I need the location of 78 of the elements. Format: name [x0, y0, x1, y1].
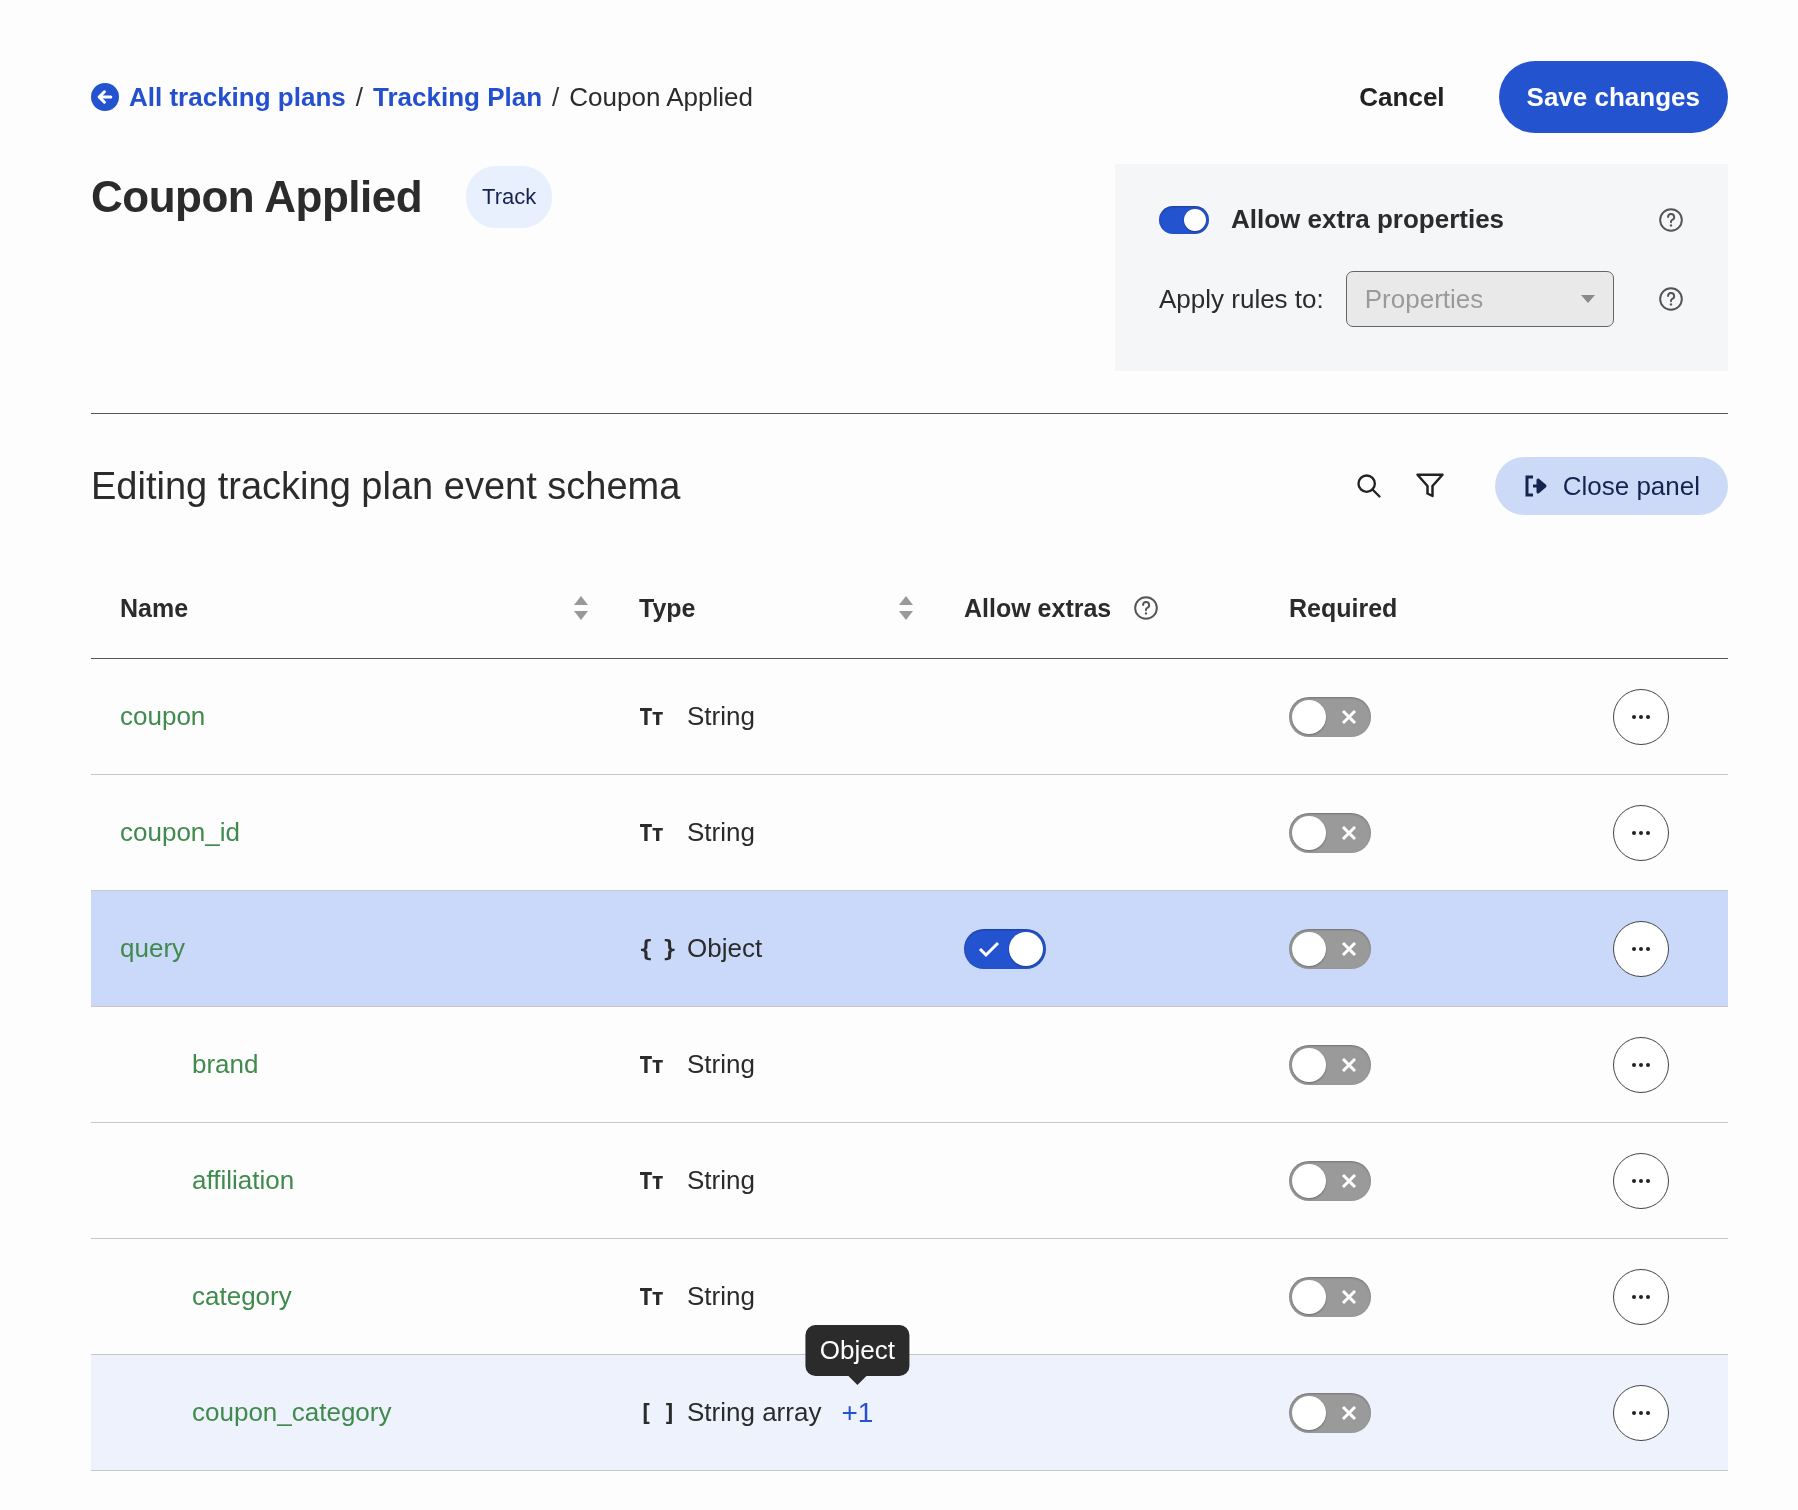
more-icon — [1632, 1062, 1650, 1067]
event-title: Coupon Applied — [91, 172, 423, 222]
breadcrumb-separator: / — [552, 81, 560, 113]
help-icon[interactable] — [1658, 206, 1684, 233]
toggle-switch[interactable] — [1289, 928, 1371, 969]
toggle-switch[interactable] — [1289, 1160, 1371, 1201]
property-name[interactable]: coupon — [120, 701, 206, 732]
table-row[interactable]: affiliation Tт String — [91, 1123, 1728, 1239]
toggle-label: Allow extra properties — [1231, 204, 1506, 235]
toggle-switch[interactable] — [1289, 1392, 1371, 1433]
caret-icon — [1581, 295, 1595, 303]
table-row[interactable]: brand Tт String — [91, 1007, 1728, 1123]
close-icon — [1340, 939, 1358, 958]
tooltip-pointer-icon — [847, 1374, 868, 1385]
property-type: String — [687, 817, 755, 848]
close-icon — [1340, 1055, 1358, 1074]
more-icon — [1632, 830, 1650, 835]
table-row[interactable]: query { } Object — [91, 891, 1728, 1007]
more-icon — [1632, 946, 1650, 951]
tooltip: Object — [805, 1324, 909, 1385]
toggle-switch[interactable] — [1159, 205, 1209, 234]
toggle-switch[interactable] — [964, 928, 1046, 969]
toggle-switch[interactable] — [1289, 1044, 1371, 1085]
table-row[interactable]: coupon Tт String — [91, 659, 1728, 775]
event-type-badge: Track — [466, 166, 553, 228]
help-icon[interactable] — [1658, 286, 1684, 312]
close-panel-button[interactable]: Close panel — [1494, 457, 1728, 515]
property-type: Object — [687, 933, 763, 964]
type-icon: Tт — [639, 1167, 673, 1194]
property-name[interactable]: brand — [192, 1049, 259, 1080]
column-label: Name — [120, 593, 189, 623]
close-icon — [1340, 707, 1358, 726]
column-label: Type — [639, 593, 696, 623]
type-icon: Tт — [639, 1283, 673, 1310]
more-icon — [1632, 1294, 1650, 1299]
column-label: Required — [1289, 593, 1398, 623]
column-header[interactable]: Required — [1289, 558, 1554, 658]
breadcrumb-link[interactable]: Tracking Plan — [372, 81, 543, 113]
toggle-switch[interactable] — [1289, 812, 1371, 853]
toggle-switch[interactable] — [1289, 1276, 1371, 1317]
column-label: Allow extras — [964, 593, 1112, 623]
toggle-switch[interactable] — [1289, 696, 1371, 737]
type-icon: { } — [639, 935, 673, 962]
close-icon — [1340, 1287, 1358, 1306]
property-name[interactable]: coupon_category — [192, 1397, 392, 1428]
close-icon — [1340, 823, 1358, 842]
breadcrumb-current: Coupon Applied — [569, 81, 753, 113]
column-header[interactable]: Allow extras — [964, 558, 1289, 658]
cancel-button[interactable]: Cancel — [1353, 80, 1451, 114]
type-icon: Tт — [639, 1051, 673, 1078]
more-icon — [1632, 1410, 1650, 1415]
sort-icon[interactable] — [898, 595, 914, 621]
property-name[interactable]: affiliation — [192, 1165, 295, 1196]
property-type: String — [687, 1165, 755, 1196]
breadcrumb-separator: / — [355, 81, 363, 113]
column-header[interactable]: Type — [639, 558, 964, 658]
check-icon — [978, 939, 1000, 958]
close-icon — [1340, 1171, 1358, 1190]
property-name[interactable]: category — [192, 1281, 292, 1312]
help-icon[interactable] — [1133, 595, 1160, 621]
dropdown-placeholder: Properties — [1364, 283, 1484, 315]
property-name[interactable]: coupon_id — [120, 817, 240, 848]
property-type: String array — [687, 1397, 822, 1428]
property-type: String — [687, 701, 755, 732]
section-title: Editing tracking plan event schema — [91, 464, 682, 508]
property-type: String — [687, 1049, 755, 1080]
sort-icon[interactable] — [573, 595, 589, 621]
column-header[interactable]: Name — [91, 558, 639, 658]
property-type: String — [687, 1281, 755, 1312]
type-icon: [ ] — [639, 1399, 673, 1426]
save-button[interactable]: Save changes — [1498, 61, 1728, 133]
breadcrumb-link[interactable]: All tracking plans — [129, 81, 346, 113]
more-icon — [1632, 1178, 1650, 1183]
close-icon — [1340, 1403, 1358, 1422]
more-icon — [1632, 714, 1650, 719]
type-icon: Tт — [639, 819, 673, 846]
type-icon: Tт — [639, 703, 673, 730]
field-label: Apply rules to: — [1159, 283, 1324, 315]
